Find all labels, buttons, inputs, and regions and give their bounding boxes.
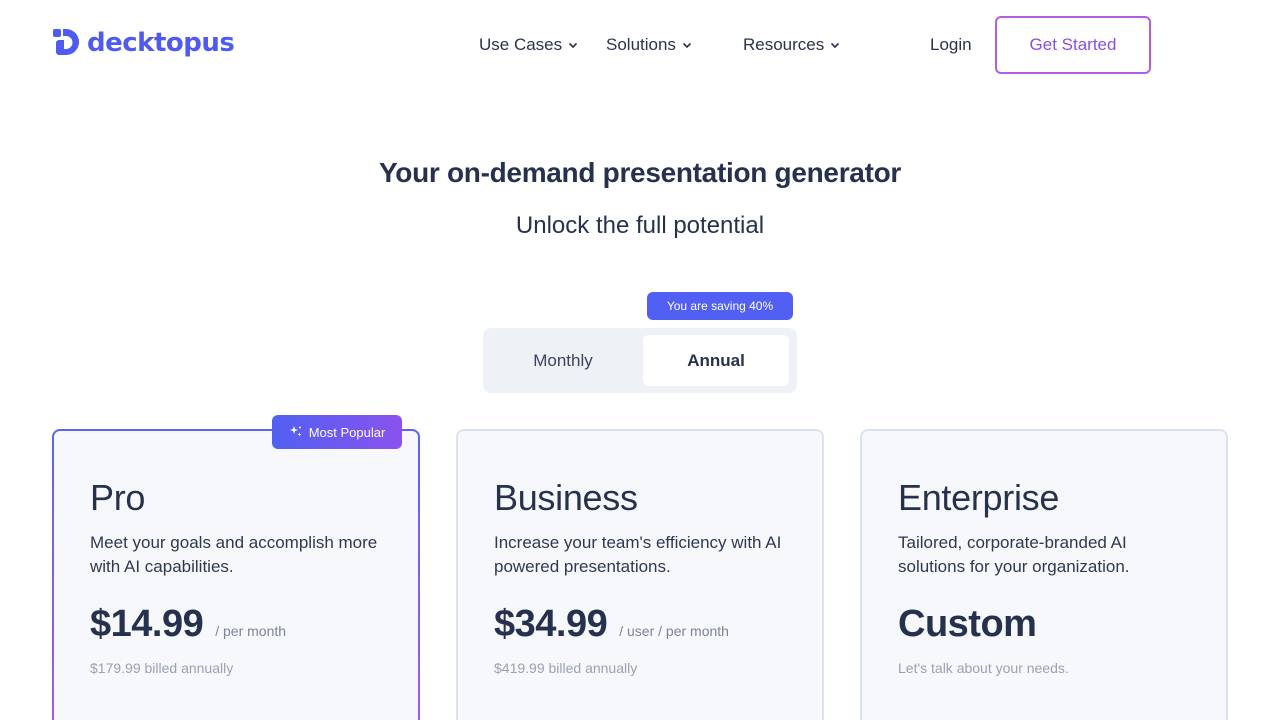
plan-card-business[interactable]: Business Increase your team's efficiency…	[456, 429, 824, 720]
plan-period: / per month	[215, 623, 287, 639]
plan-name: Pro	[90, 477, 146, 518]
plan-price: Custom	[898, 603, 1037, 645]
nav-use-cases[interactable]: Use Cases	[479, 35, 578, 55]
price-row: $14.99 / per month	[90, 603, 382, 646]
toggle-annual[interactable]: Annual	[643, 335, 789, 386]
toggle-monthly[interactable]: Monthly	[487, 335, 639, 386]
page-title: Your on-demand presentation generator	[379, 157, 901, 188]
nav-resources-label: Resources	[743, 35, 825, 54]
plan-description: Increase your team's efficiency with AI …	[494, 533, 782, 576]
plan-price: $34.99	[494, 603, 608, 645]
plan-billed-note: $179.99 billed annually	[90, 660, 234, 676]
nav-solutions-label: Solutions	[606, 35, 676, 54]
chevron-down-icon	[831, 42, 840, 49]
plan-name: Enterprise	[898, 477, 1060, 518]
plan-billed-note: Let's talk about your needs.	[898, 660, 1069, 676]
plan-description: Tailored, corporate-branded AI solutions…	[898, 533, 1130, 576]
price-row: $34.99 / user / per month	[494, 603, 786, 646]
most-popular-badge: Most Popular	[272, 415, 402, 449]
nav-use-cases-label: Use Cases	[479, 35, 563, 54]
decktopus-logo-icon	[53, 29, 79, 55]
login-link[interactable]: Login	[930, 35, 972, 55]
nav-resources[interactable]: Resources	[743, 35, 840, 55]
sparkle-icon	[289, 426, 302, 437]
chevron-down-icon	[569, 42, 578, 49]
chevron-down-icon	[682, 42, 692, 49]
plan-card-pro[interactable]: Pro Meet your goals and accomplish more …	[52, 429, 420, 720]
plan-price: $14.99	[90, 603, 204, 645]
billing-period-toggle: Monthly Annual	[483, 328, 797, 393]
logo[interactable]: decktopus	[53, 28, 235, 58]
saving-badge: You are saving 40%	[647, 292, 793, 320]
page-subtitle: Unlock the full potential	[515, 212, 765, 239]
plan-description: Meet your goals and accomplish more with…	[90, 533, 378, 576]
most-popular-label: Most Popular	[308, 424, 386, 440]
logo-text: decktopus	[87, 28, 235, 58]
plan-card-enterprise[interactable]: Enterprise Tailored, corporate-branded A…	[860, 429, 1228, 720]
nav-solutions[interactable]: Solutions	[606, 35, 692, 55]
plan-period: / user / per month	[619, 623, 729, 639]
get-started-button[interactable]: Get Started	[995, 16, 1151, 74]
plan-billed-note: $419.99 billed annually	[494, 660, 638, 676]
price-row: Custom	[898, 603, 1190, 646]
plan-name: Business	[494, 477, 638, 518]
